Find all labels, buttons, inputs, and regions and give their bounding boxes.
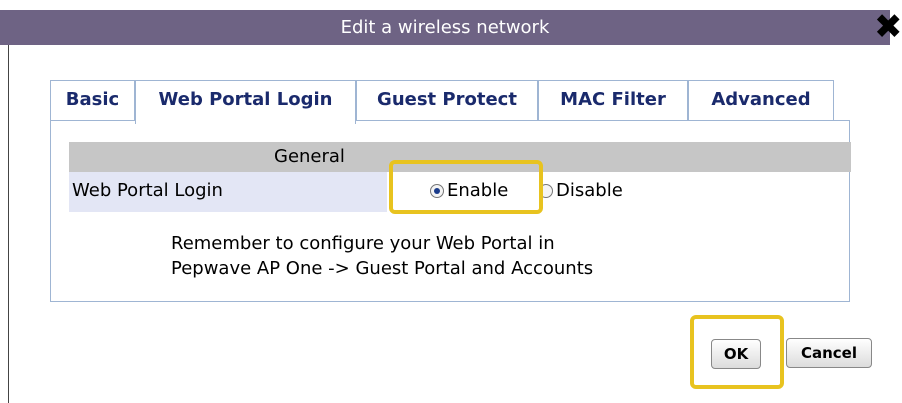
disable-label[interactable]: Disable bbox=[556, 179, 623, 203]
close-icon[interactable]: ✖ bbox=[874, 10, 902, 44]
tab-basic[interactable]: Basic bbox=[50, 80, 135, 121]
disable-radio[interactable] bbox=[539, 184, 553, 198]
tab-advanced[interactable]: Advanced bbox=[688, 80, 834, 121]
section-header-label: General bbox=[274, 146, 345, 167]
section-header: General bbox=[69, 142, 851, 172]
note-line-2: Pepwave AP One -> Guest Portal and Accou… bbox=[171, 258, 594, 279]
top-strip bbox=[0, 0, 902, 10]
tab-panel: General Web Portal Login Enable Disable … bbox=[50, 120, 851, 302]
dialog-left-border bbox=[8, 45, 9, 403]
tab-web-portal-login[interactable]: Web Portal Login bbox=[135, 80, 356, 124]
tab-mac-filter[interactable]: MAC Filter bbox=[538, 80, 688, 121]
dialog-titlebar: Edit a wireless network bbox=[0, 10, 890, 45]
enable-label[interactable]: Enable bbox=[447, 179, 508, 203]
dialog-title: Edit a wireless network bbox=[340, 17, 550, 38]
note-line-1: Remember to configure your Web Portal in bbox=[171, 233, 555, 254]
configuration-note: Remember to configure your Web Portal in… bbox=[171, 231, 593, 281]
tab-guest-protect[interactable]: Guest Protect bbox=[356, 80, 538, 121]
enable-radio[interactable] bbox=[430, 184, 444, 198]
ok-button[interactable]: OK bbox=[711, 339, 761, 369]
cancel-button[interactable]: Cancel bbox=[786, 338, 872, 368]
setting-label: Web Portal Login bbox=[69, 172, 387, 212]
